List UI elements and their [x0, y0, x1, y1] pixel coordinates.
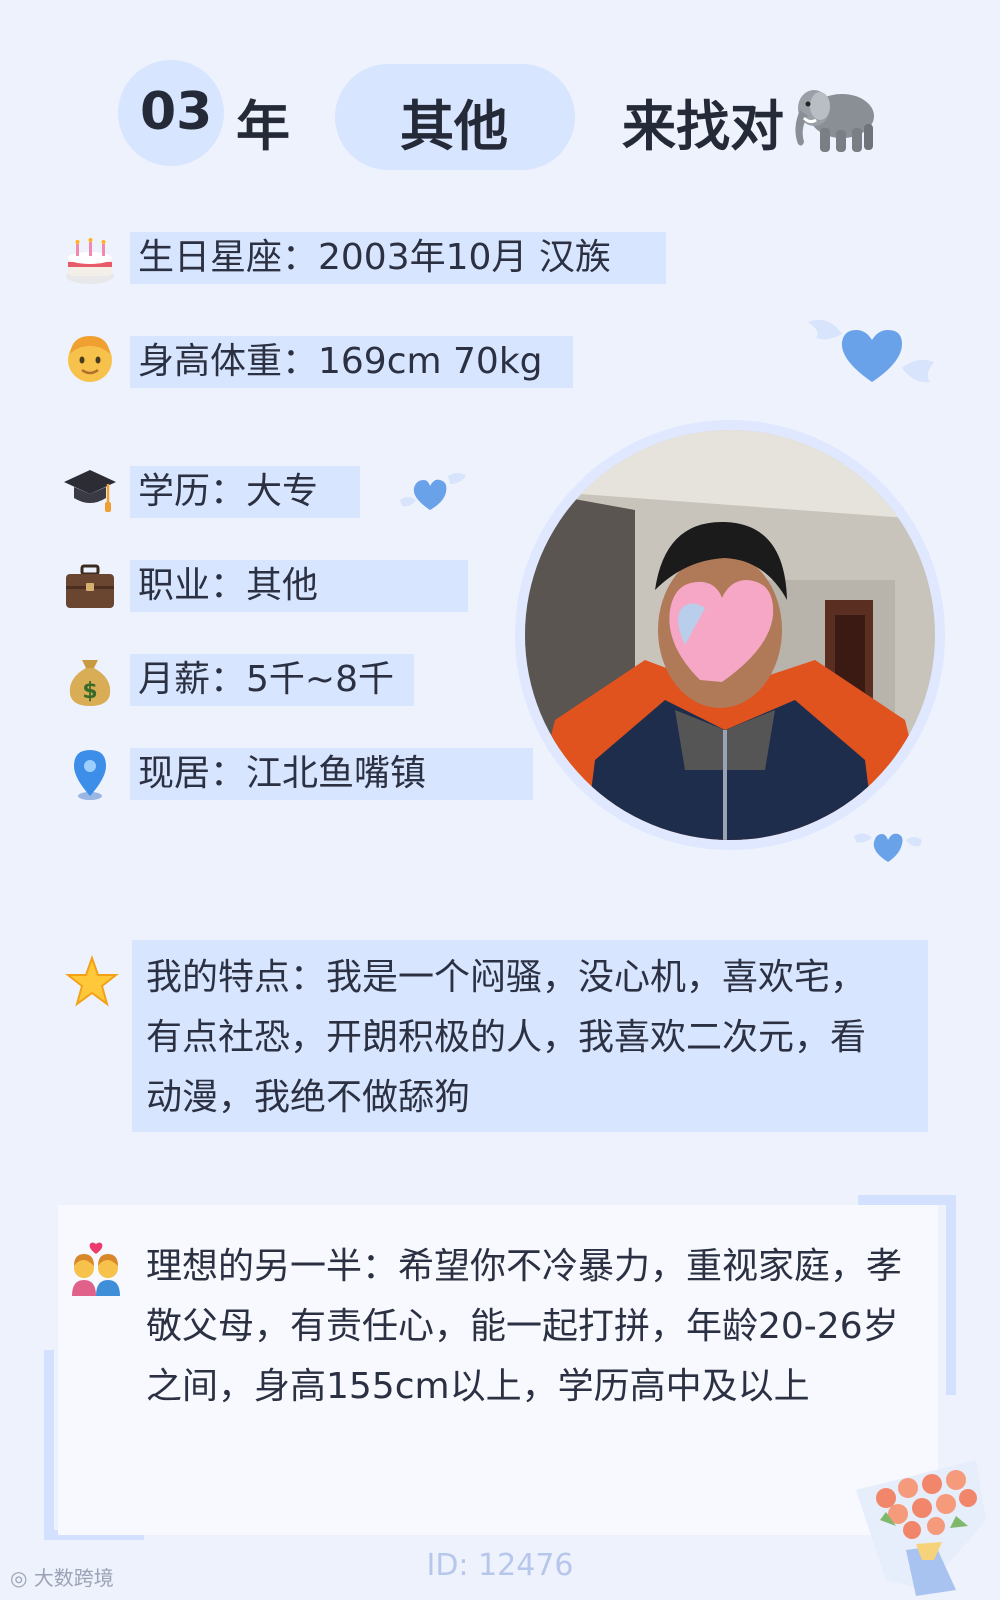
- info-body-text: 身高体重：169cm 70kg: [138, 341, 543, 382]
- ideal-partner-text: 理想的另一半：希望你不冷暴力，重视家庭，孝 敬父母，有责任心，能一起打拼，年龄2…: [146, 1237, 936, 1417]
- money-bag-icon: $: [69, 660, 111, 706]
- couple-heart-icon: [72, 1242, 120, 1296]
- profile-photo[interactable]: [525, 430, 935, 840]
- ideal-line: 敬父母，有责任心，能一起打拼，年龄20-26岁: [146, 1306, 899, 1347]
- header-seek: 来找对: [622, 95, 784, 158]
- small-heart-icon-2: [854, 833, 922, 862]
- winged-heart-icon: [808, 319, 934, 383]
- star-icon: [65, 954, 119, 1007]
- graduation-cap-icon: [64, 470, 116, 512]
- profile-id: ID: 12476: [426, 1548, 574, 1583]
- profile-card: 03 年 其他 来找对 生日星座：2003年10月 汉族 身高体重：169cm …: [0, 0, 1000, 1600]
- man-face-icon: [68, 336, 112, 382]
- info-salary-text: 月薪：5千~8千: [138, 659, 394, 700]
- svg-text:$: $: [82, 679, 97, 704]
- traits-line: 我的特点：我是一个闷骚，没心机，喜欢宅，: [146, 957, 867, 998]
- watermark-icon: ◎: [10, 1566, 28, 1590]
- watermark-text: 大数跨境: [33, 1566, 114, 1590]
- birthday-cake-icon: [66, 238, 114, 284]
- birth-year-unit: 年: [236, 95, 290, 158]
- info-location-text: 现居：江北鱼嘴镇: [138, 753, 427, 794]
- birth-year: 03: [140, 82, 213, 142]
- header-job: 其他: [400, 95, 508, 158]
- traits-line: 有点社恐，开朗积极的人，我喜欢二次元，看: [146, 1017, 867, 1058]
- ideal-line: 理想的另一半：希望你不冷暴力，重视家庭，孝: [146, 1246, 903, 1287]
- frame-corner: [44, 1350, 54, 1540]
- info-education-text: 学历：大专: [138, 471, 319, 512]
- traits-text: 我的特点：我是一个闷骚，没心机，喜欢宅， 有点社恐，开朗积极的人，我喜欢二次元，…: [146, 948, 916, 1128]
- info-job-text: 职业：其他: [138, 565, 319, 606]
- location-pin-icon: [74, 750, 106, 800]
- watermark-logo: ◎ 大数跨境: [10, 1562, 114, 1591]
- elephant-icon: [795, 90, 874, 152]
- frame-corner: [858, 1195, 956, 1205]
- ideal-line: 之间，身高155cm以上，学历高中及以上: [146, 1366, 810, 1407]
- small-heart-icon: [400, 473, 466, 510]
- frame-corner: [946, 1195, 956, 1395]
- traits-line: 动漫，我绝不做舔狗: [146, 1077, 471, 1118]
- info-birth-text: 生日星座：2003年10月 汉族: [138, 237, 611, 278]
- briefcase-icon: [66, 564, 114, 608]
